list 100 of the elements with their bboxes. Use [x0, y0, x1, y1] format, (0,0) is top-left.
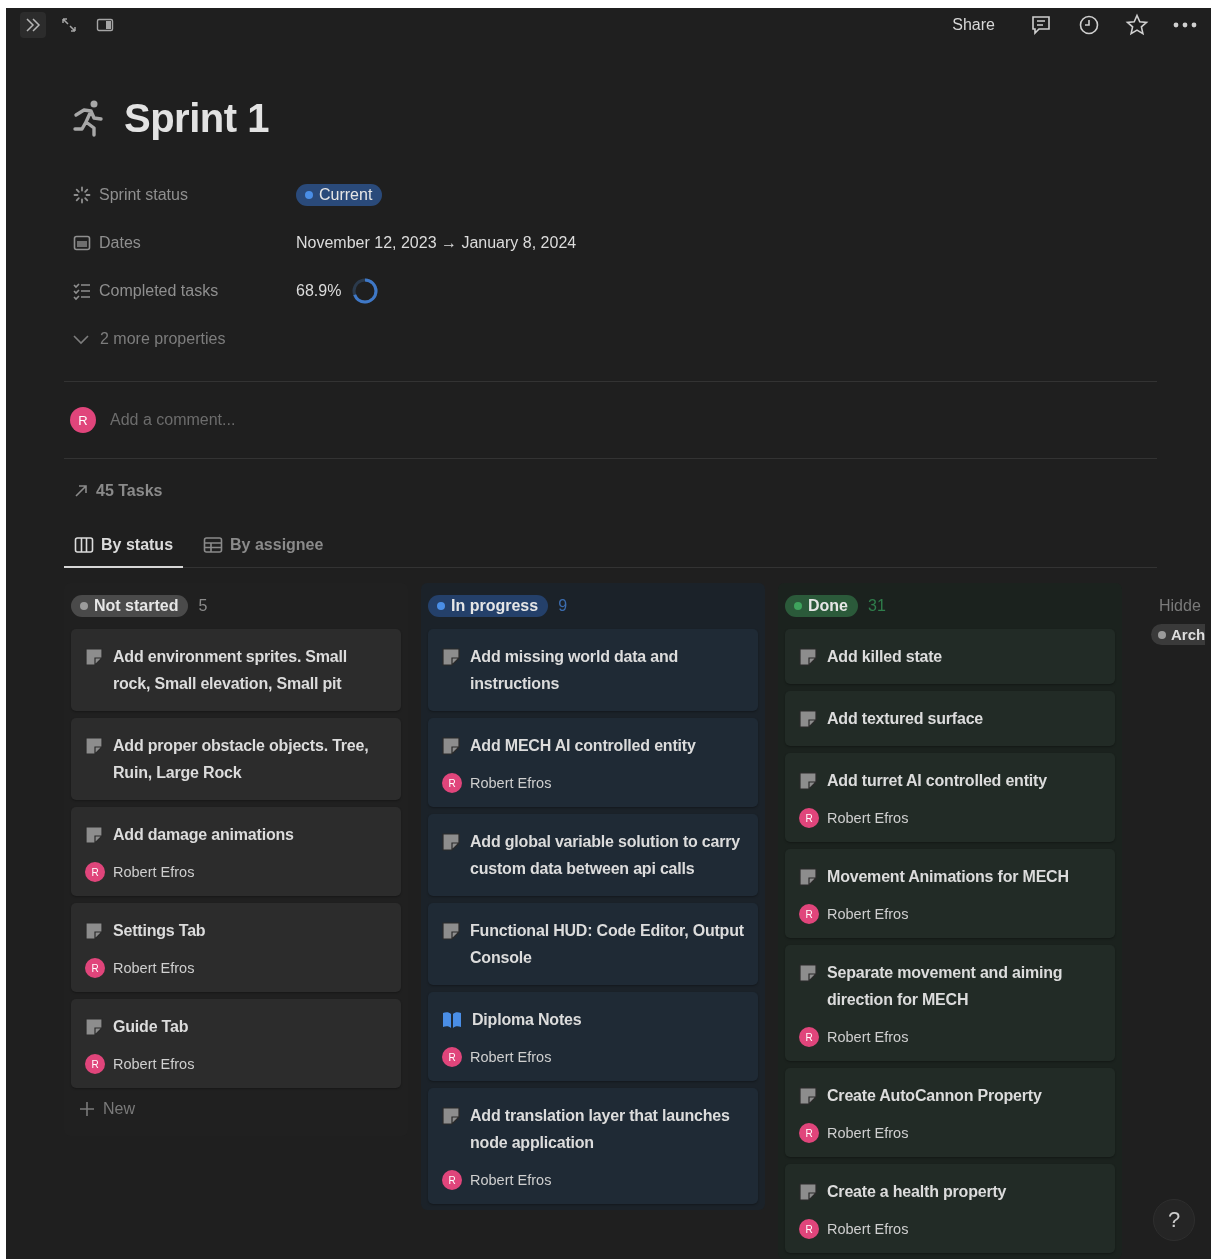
assignee-name: Robert Efros: [113, 960, 195, 976]
card-title: Movement Animations for MECH: [827, 867, 1069, 887]
card-title: Add proper obstacle objects. Tree, Ruin, Large Rock: [113, 736, 370, 783]
task-card[interactable]: Add turret AI controlled entity R Robert Efros: [785, 753, 1115, 842]
group-tag: Done: [785, 595, 858, 617]
task-card[interactable]: Add global variable solution to carry custom data between api calls: [428, 814, 758, 896]
group-count: 9: [558, 597, 568, 615]
task-card[interactable]: Guide Tab R Robert Efros: [71, 999, 401, 1088]
card-title: Add missing world data and instructions: [470, 647, 680, 694]
assignee-name: Robert Efros: [470, 1172, 552, 1188]
task-card[interactable]: Add translation layer that launches node application R Robert Efros: [428, 1088, 758, 1204]
status-tag[interactable]: Current: [296, 184, 383, 206]
avatar: R: [799, 1219, 819, 1239]
avatar: R: [70, 407, 96, 433]
card-title: Add textured surface: [827, 709, 984, 729]
hidden-groups-label: Hidde: [1159, 596, 1201, 616]
task-card[interactable]: Add proper obstacle objects. Tree, Ruin, Large Rock: [71, 718, 401, 800]
expand-sidebar-icon[interactable]: [20, 11, 46, 38]
task-card[interactable]: Create a health property R Robert Efros: [785, 1164, 1115, 1253]
card-title: Add killed state: [827, 647, 943, 667]
page-icon: [442, 1107, 460, 1125]
task-card[interactable]: Movement Animations for MECH R Robert Efros: [785, 849, 1115, 938]
card-title: Create a health property: [827, 1182, 1007, 1202]
board-icon: [74, 535, 94, 554]
assignee-name: Robert Efros: [470, 775, 552, 791]
page-icon: [799, 964, 817, 982]
group-count: 5: [198, 597, 208, 615]
comment-field[interactable]: Add a comment...: [108, 410, 512, 430]
page-icon: [85, 648, 103, 666]
avatar: R: [442, 1047, 462, 1067]
assignee-name: Robert Efros: [113, 1056, 195, 1072]
calendar-icon: [72, 233, 92, 253]
avatar: R: [85, 958, 105, 978]
view-tab[interactable]: By assignee: [193, 523, 334, 568]
task-card[interactable]: Add killed state: [785, 629, 1115, 684]
card-title: Diploma Notes: [472, 1010, 582, 1030]
avatar: R: [442, 1170, 462, 1190]
card-title: Add turret AI controlled entity: [827, 771, 1047, 791]
running-figure-icon: [72, 99, 106, 137]
page-icon: [799, 1087, 817, 1105]
page-icon: [85, 826, 103, 844]
task-card[interactable]: Add missing world data and instructions: [428, 629, 758, 711]
avatar: R: [442, 773, 462, 793]
page-icon: [799, 868, 817, 886]
help-button[interactable]: ?: [1153, 1199, 1195, 1241]
avatar: R: [85, 862, 105, 882]
page-title: Sprint 1: [124, 95, 269, 141]
task-card[interactable]: Create AutoCannon Property R Robert Efros: [785, 1068, 1115, 1157]
task-card[interactable]: Add textured surface: [785, 691, 1115, 746]
assignee-name: Robert Efros: [470, 1049, 552, 1065]
chevron-down-icon: [72, 333, 90, 345]
page-icon: [85, 737, 103, 755]
assignee-name: Robert Efros: [827, 1221, 909, 1237]
property-label: Sprint status: [99, 186, 188, 204]
group-tag: In progress: [428, 595, 549, 617]
assignee-name: Robert Efros: [827, 810, 909, 826]
card-title: Add damage animations: [113, 825, 294, 845]
page-icon: [799, 772, 817, 790]
checklist-icon: [72, 281, 92, 301]
card-title: Add environment sprites. Small rock, Small elevation, Small pit: [113, 647, 349, 694]
table-icon: [203, 535, 224, 554]
task-card[interactable]: Diploma Notes R Robert Efros: [428, 992, 758, 1081]
group-tag[interactable]: Arch: [1151, 624, 1206, 645]
page-icon: [799, 648, 817, 666]
property-label: Completed tasks: [99, 282, 219, 300]
card-title: Functional HUD: Code Editor, Output Console: [470, 921, 744, 968]
card-title: Add MECH AI controlled entity: [470, 736, 696, 756]
card-title: Add global variable solution to carry custom data between api calls: [470, 832, 741, 879]
page-icon: [799, 710, 817, 728]
linked-database-title[interactable]: 45 Tasks: [96, 482, 163, 500]
card-title: Add translation layer that launches node application: [470, 1106, 731, 1153]
task-card[interactable]: Add MECH AI controlled entity R Robert Efros: [428, 718, 758, 807]
new-card-button[interactable]: New: [71, 1088, 401, 1130]
card-title: Guide Tab: [113, 1017, 189, 1037]
book-icon: [442, 1011, 462, 1029]
more-properties-toggle[interactable]: 2 more properties: [64, 315, 1157, 363]
progress-value: 68.9%: [296, 282, 342, 300]
view-tab[interactable]: By status: [64, 523, 184, 568]
page-icon: [85, 922, 103, 940]
date-range: November 12, 2023 → January 8, 2024: [296, 234, 577, 252]
card-title: Separate movement and aiming direction for MECH: [827, 963, 1064, 1010]
avatar: R: [799, 1123, 819, 1143]
share-button[interactable]: Share: [946, 15, 1001, 34]
task-card[interactable]: Settings Tab R Robert Efros: [71, 903, 401, 992]
task-card[interactable]: Add damage animations R Robert Efros: [71, 807, 401, 896]
card-title: Create AutoCannon Property: [827, 1086, 1042, 1106]
progress-ring: [351, 277, 380, 305]
arrow-icon: [74, 484, 88, 498]
page-icon: [799, 1183, 817, 1201]
task-card[interactable]: Add environment sprites. Small rock, Small elevation, Small pit: [71, 629, 401, 711]
group-count: 31: [868, 597, 886, 615]
avatar: R: [799, 904, 819, 924]
page-icon: [442, 833, 460, 851]
task-card[interactable]: Separate movement and aiming direction for MECH R Robert Efros: [785, 945, 1115, 1061]
avatar: R: [85, 1054, 105, 1074]
assignee-name: Robert Efros: [827, 1029, 909, 1045]
avatar: R: [799, 808, 819, 828]
task-card[interactable]: Functional HUD: Code Editor, Output Console: [428, 903, 758, 985]
page-icon: [442, 737, 460, 755]
card-title: Settings Tab: [113, 921, 206, 941]
